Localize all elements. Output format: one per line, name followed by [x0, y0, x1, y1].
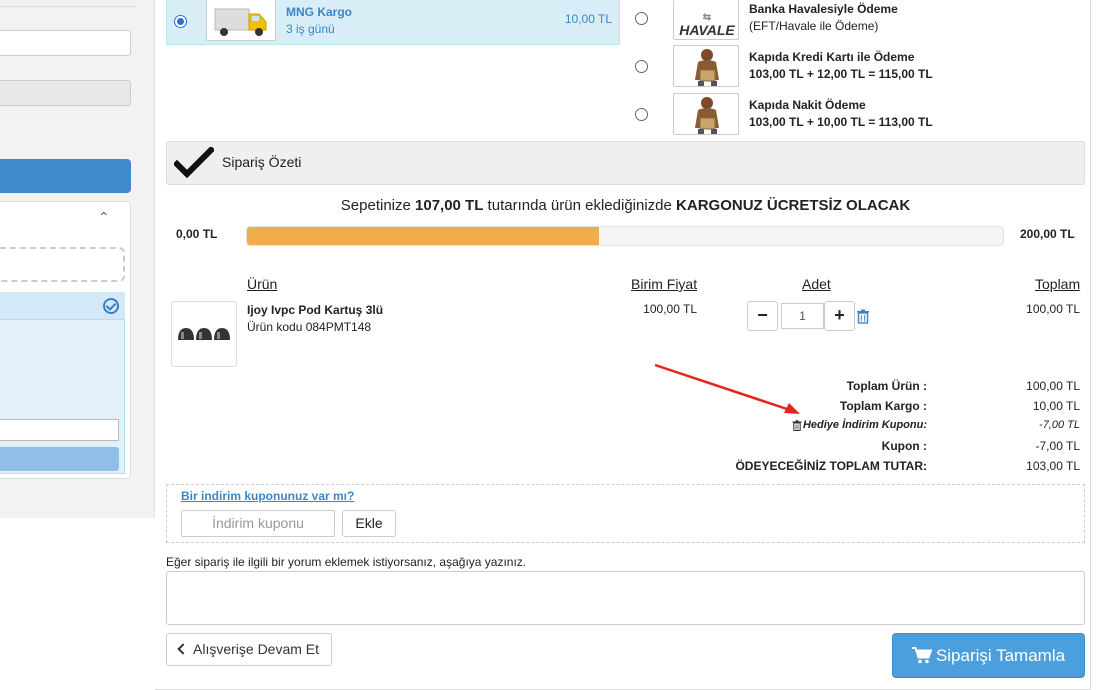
qty-input[interactable]: 1: [781, 303, 824, 329]
unit-price: 100,00 TL: [643, 302, 697, 316]
coupon-toggle-link[interactable]: Bir indirim kuponunuz var mı?: [181, 489, 354, 503]
payment-sub-havale: (EFT/Havale ile Ödeme): [749, 19, 879, 33]
shipping-name: MNG Kargo: [286, 5, 352, 19]
shipping-days: 3 iş günü: [286, 22, 335, 36]
shipping-price: 10,00 TL: [564, 12, 612, 26]
header-qty: Adet: [802, 276, 831, 292]
free-shipping-message: Sepetinize 107,00 TL tutarında ürün ekle…: [340, 197, 911, 214]
complete-order-button[interactable]: Siparişi Tamamla: [892, 633, 1085, 678]
havale-logo: ⇆ HAVALE: [673, 0, 739, 40]
left-add-address[interactable]: [0, 247, 125, 282]
payment-radio-cash[interactable]: [635, 108, 648, 121]
qty-plus-button[interactable]: +: [824, 301, 855, 331]
payment-radio-havale[interactable]: [635, 12, 648, 25]
product-name[interactable]: Ijoy Ivpc Pod Kartuş 3lü: [247, 303, 383, 317]
chevron-left-icon: [177, 643, 189, 655]
payment-title-havale: Banka Havalesiyle Ödeme: [749, 2, 898, 16]
coupon-input[interactable]: İndirim kuponu: [181, 510, 335, 537]
progress-min: 0,00 TL: [176, 227, 218, 241]
left-input-3[interactable]: [0, 419, 119, 441]
total-shipping-label: Toplam Kargo :: [839, 399, 927, 413]
payment-radio-card[interactable]: [635, 60, 648, 73]
order-summary-title: Sipariş Özeti: [222, 154, 302, 170]
header-product: Ürün: [247, 276, 278, 292]
grand-total-label: ÖDEYECEĞİNİZ TOPLAM TUTAR:: [735, 459, 927, 473]
payment-title-cash: Kapıda Nakit Ödeme: [749, 98, 866, 112]
left-primary-button[interactable]: [0, 159, 131, 193]
order-note-textarea[interactable]: [166, 571, 1085, 625]
gift-coupon-value: -7,00 TL: [1039, 419, 1080, 431]
trash-icon[interactable]: [856, 309, 870, 324]
free-shipping-progress: [246, 226, 1004, 246]
row-total: 100,00 TL: [1026, 302, 1080, 316]
checkmark-icon: [174, 147, 214, 179]
total-shipping-value: 10,00 TL: [1032, 399, 1080, 413]
courier-icon: [673, 93, 739, 135]
check-circle-icon: [103, 298, 119, 314]
coupon-value: -7,00 TL: [1035, 439, 1080, 453]
order-summary-header: [166, 141, 1085, 185]
cart-icon: [911, 646, 932, 663]
left-input-1[interactable]: [0, 30, 131, 56]
gift-coupon-label: Hediye İndirim Kuponu:: [802, 419, 927, 431]
coupon-add-button[interactable]: Ekle: [342, 510, 396, 537]
left-secondary-button[interactable]: [0, 447, 119, 471]
right-border: [1090, 0, 1091, 690]
qty-minus-button[interactable]: −: [747, 301, 778, 331]
truck-icon: [206, 0, 276, 41]
courier-icon: [673, 45, 739, 87]
payment-title-card: Kapıda Kredi Kartı ile Ödeme: [749, 50, 915, 64]
payment-sub-cash: 103,00 TL + 10,00 TL = 113,00 TL: [749, 115, 933, 129]
order-note-label: Eğer sipariş ile ilgili bir yorum ekleme…: [166, 555, 527, 569]
left-input-2[interactable]: [0, 80, 131, 106]
progress-max: 200,00 TL: [1020, 227, 1075, 241]
coupon-label: Kupon :: [881, 439, 927, 453]
header-total: Toplam: [1035, 276, 1081, 292]
chevron-up-icon[interactable]: ⌃: [98, 209, 110, 226]
product-code: Ürün kodu 084PMT148: [247, 320, 372, 334]
shipping-radio[interactable]: [174, 15, 187, 28]
total-product-label: Toplam Ürün :: [846, 379, 927, 393]
left-divider: [0, 6, 136, 7]
continue-shopping-button[interactable]: Alışverişe Devam Et: [166, 633, 332, 666]
product-image[interactable]: [171, 301, 237, 367]
grand-total-value: 103,00 TL: [1026, 459, 1080, 473]
total-product-value: 100,00 TL: [1026, 379, 1080, 393]
progress-fill: [247, 227, 599, 245]
header-unit-price: Birim Fiyat: [631, 276, 698, 292]
payment-sub-card: 103,00 TL + 12,00 TL = 115,00 TL: [749, 67, 933, 81]
